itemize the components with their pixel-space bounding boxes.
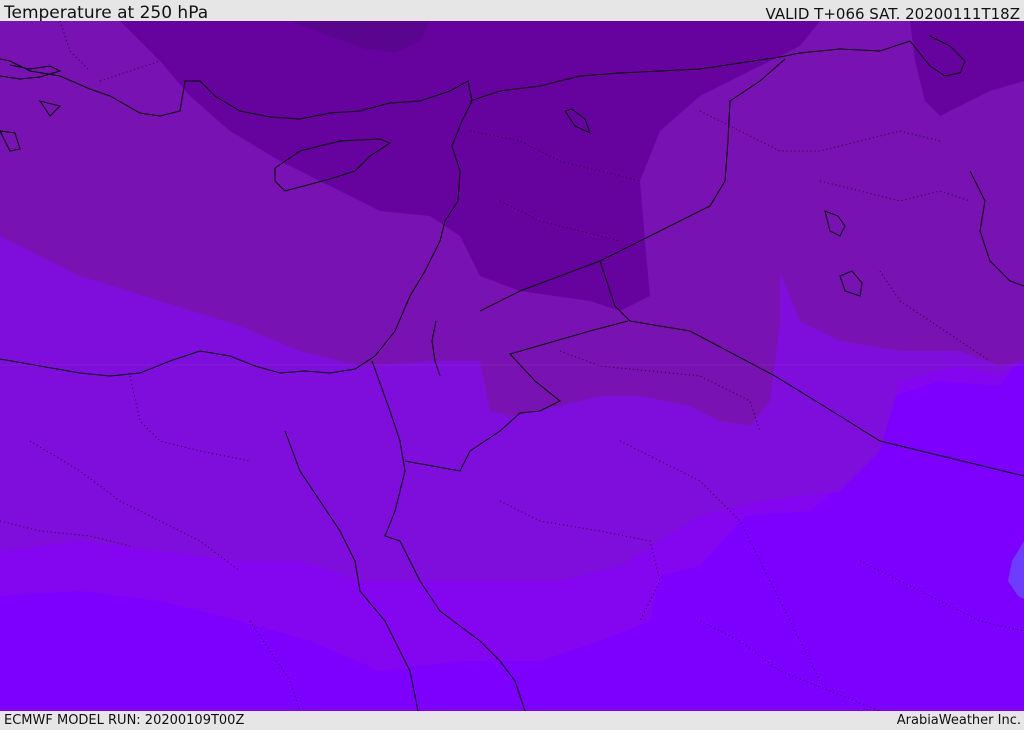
model-run: ECMWF MODEL RUN: 20200109T00Z [4,713,245,728]
credit: ArabiaWeather Inc. [896,713,1021,728]
map-footer: ECMWF MODEL RUN: 20200109T00Z ArabiaWeat… [0,711,1024,729]
map-title: Temperature at 250 hPa [4,3,209,23]
map-canvas [0,21,1024,711]
map-header: Temperature at 250 hPa VALID T+066 SAT. … [0,0,1024,23]
temperature-map[interactable] [0,21,1024,711]
